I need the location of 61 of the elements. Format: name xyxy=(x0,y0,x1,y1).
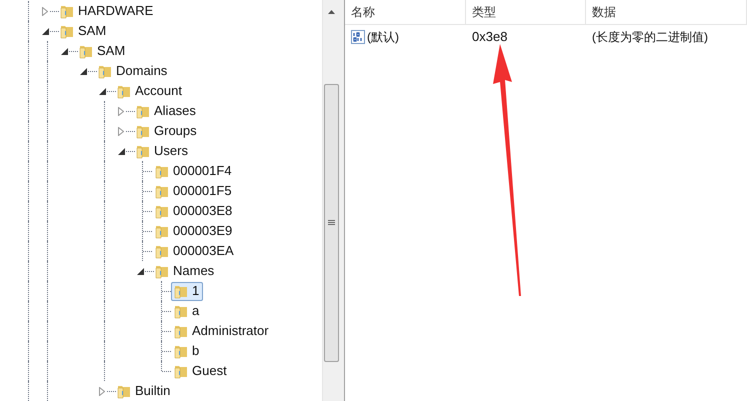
tree-item[interactable]: Builtin xyxy=(114,382,174,400)
collapse-icon[interactable] xyxy=(118,148,125,154)
expand-icon[interactable] xyxy=(42,6,48,16)
tree-item[interactable]: Users xyxy=(133,142,192,160)
folder-icon xyxy=(135,143,151,159)
value-data: (长度为零的二进制值) xyxy=(592,30,708,44)
tree-item[interactable]: a xyxy=(171,302,204,320)
tree-item[interactable]: Groups xyxy=(133,122,201,140)
scroll-thumb[interactable] xyxy=(324,84,339,362)
tree-item[interactable]: HARDWARE xyxy=(57,2,158,20)
folder-icon xyxy=(173,323,189,339)
folder-icon xyxy=(154,263,170,279)
collapse-icon[interactable] xyxy=(61,48,68,54)
value-name: (默认) xyxy=(367,29,399,46)
folder-icon xyxy=(135,103,151,119)
binary-value-icon xyxy=(351,30,365,44)
tree-item[interactable]: b xyxy=(171,342,204,360)
column-header[interactable]: 名称 xyxy=(345,0,466,24)
folder-icon xyxy=(173,303,189,319)
collapse-icon[interactable] xyxy=(99,88,106,94)
folder-icon xyxy=(59,23,75,39)
expand-icon[interactable] xyxy=(118,106,124,116)
folder-icon xyxy=(116,383,132,399)
folder-icon xyxy=(154,223,170,239)
folder-icon xyxy=(97,63,113,79)
tree-item[interactable]: Aliases xyxy=(133,102,200,120)
folder-icon xyxy=(59,3,75,19)
folder-icon xyxy=(173,363,189,379)
tree-item[interactable]: SAM xyxy=(57,22,110,40)
collapse-icon[interactable] xyxy=(42,28,49,34)
tree-item[interactable]: Account xyxy=(114,82,186,100)
collapse-icon[interactable] xyxy=(80,68,87,74)
tree-item[interactable]: Guest xyxy=(171,362,231,380)
tree-item[interactable]: 000003E8 xyxy=(152,202,236,220)
folder-icon xyxy=(154,203,170,219)
value-type: 0x3e8 xyxy=(472,29,508,44)
folder-icon xyxy=(154,163,170,179)
folder-icon xyxy=(154,183,170,199)
tree-item[interactable]: 000001F4 xyxy=(152,162,236,180)
expand-icon[interactable] xyxy=(118,126,124,136)
collapse-icon[interactable] xyxy=(137,268,144,274)
scrollbar[interactable] xyxy=(322,0,340,401)
folder-icon xyxy=(116,83,132,99)
column-header[interactable]: 数据 xyxy=(586,0,747,24)
tree-item[interactable]: SAM xyxy=(76,42,130,60)
tree-item[interactable]: 1 xyxy=(171,282,204,300)
tree-item[interactable]: Domains xyxy=(95,62,172,80)
folder-icon xyxy=(135,123,151,139)
folder-icon xyxy=(173,343,189,359)
tree-item[interactable]: 000003EA xyxy=(152,242,238,260)
column-header[interactable]: 类型 xyxy=(466,0,586,24)
grip-icon xyxy=(328,220,335,226)
tree-item[interactable]: 000003E9 xyxy=(152,222,236,240)
scroll-up-icon[interactable] xyxy=(328,10,335,14)
tree-item[interactable]: 000001F5 xyxy=(152,182,236,200)
folder-icon xyxy=(173,283,189,299)
tree-item[interactable]: Names xyxy=(152,262,218,280)
expand-icon[interactable] xyxy=(99,386,105,396)
tree-item[interactable]: Administrator xyxy=(171,322,273,340)
folder-icon xyxy=(78,43,94,59)
folder-icon xyxy=(154,243,170,259)
